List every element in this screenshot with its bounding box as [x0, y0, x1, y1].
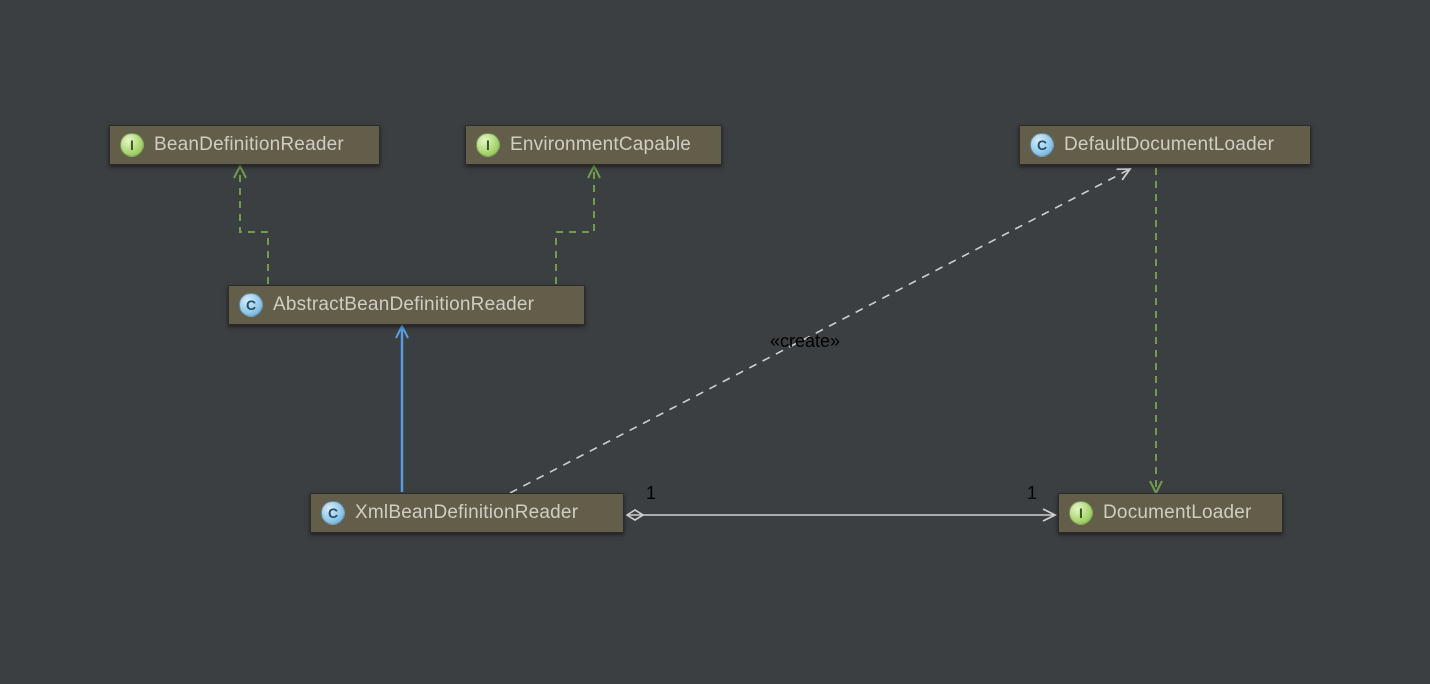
assoc-source-multiplicity: 1 [646, 483, 656, 504]
uml-canvas: I BeanDefinitionReader I EnvironmentCapa… [0, 0, 1430, 684]
assoc-target-multiplicity: 1 [1027, 483, 1037, 504]
edge-abstract-to-beandefinitionreader [240, 166, 268, 284]
class-icon: C [321, 501, 345, 525]
class-label: DocumentLoader [1103, 502, 1252, 524]
class-label: BeanDefinitionReader [154, 134, 344, 156]
node-abstract-bean-definition-reader[interactable]: C AbstractBeanDefinitionReader [228, 285, 585, 325]
node-bean-definition-reader[interactable]: I BeanDefinitionReader [109, 125, 380, 165]
interface-icon: I [476, 133, 500, 157]
create-stereotype-label: «create» [770, 331, 840, 352]
node-xml-bean-definition-reader[interactable]: C XmlBeanDefinitionReader [310, 493, 624, 533]
class-label: EnvironmentCapable [510, 134, 691, 156]
node-environment-capable[interactable]: I EnvironmentCapable [465, 125, 722, 165]
class-label: DefaultDocumentLoader [1064, 134, 1274, 156]
class-label: AbstractBeanDefinitionReader [273, 294, 534, 316]
edge-abstract-to-environmentcapable [556, 166, 594, 284]
node-document-loader[interactable]: I DocumentLoader [1058, 493, 1283, 533]
class-label: XmlBeanDefinitionReader [355, 502, 578, 524]
class-icon: C [1030, 133, 1054, 157]
edges-layer [0, 0, 1430, 684]
class-icon: C [239, 293, 263, 317]
node-default-document-loader[interactable]: C DefaultDocumentLoader [1019, 125, 1311, 165]
interface-icon: I [1069, 501, 1093, 525]
interface-icon: I [120, 133, 144, 157]
